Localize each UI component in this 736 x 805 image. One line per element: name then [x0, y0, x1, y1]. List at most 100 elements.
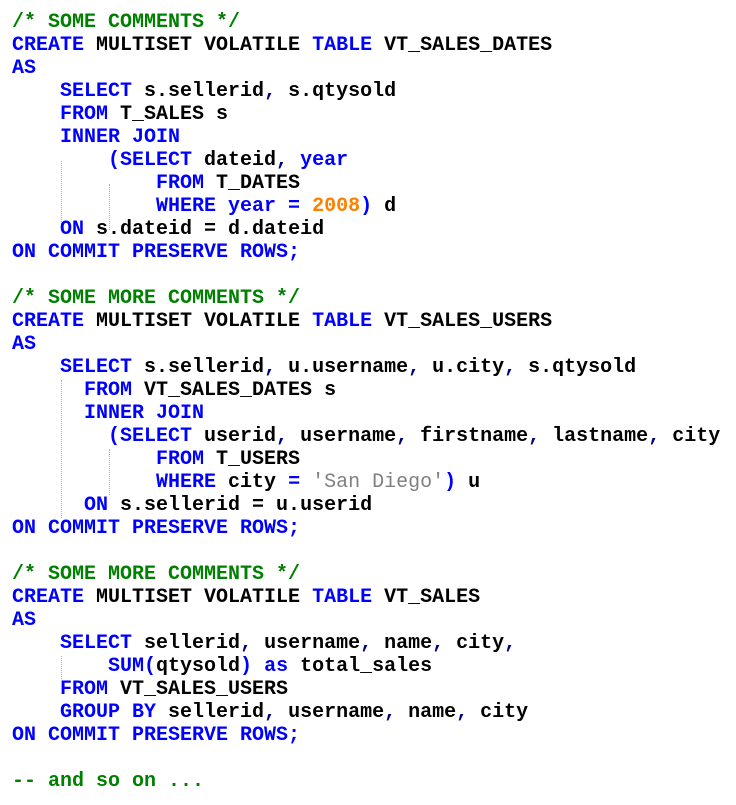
code-line[interactable]: ON COMMIT PRESERVE ROWS;: [12, 517, 720, 540]
sql-identifier: [12, 494, 84, 517]
code-line[interactable]: FROM VT_SALES_DATES s: [12, 379, 720, 402]
sql-punctuation: ,: [276, 149, 289, 172]
sql-keyword: SUM(: [108, 655, 157, 678]
code-line[interactable]: WHERE year = 2008) d: [12, 195, 720, 218]
sql-identifier: [12, 103, 60, 126]
sql-identifier: [252, 655, 264, 678]
sql-number: 2008: [312, 195, 361, 218]
sql-identifier: dateid: [192, 149, 277, 172]
code-line[interactable]: /* SOME MORE COMMENTS */: [12, 287, 720, 310]
sql-punctuation: ,: [264, 356, 277, 379]
code-line[interactable]: AS: [12, 333, 720, 356]
sql-identifier: [12, 195, 156, 218]
sql-identifier: [300, 471, 312, 494]
sql-keyword: CREATE: [12, 34, 85, 57]
code-line[interactable]: AS: [12, 609, 720, 632]
sql-punctuation: ,: [504, 632, 517, 655]
sql-punctuation: ,: [432, 632, 445, 655]
code-line[interactable]: SELECT s.sellerid, s.qtysold: [12, 80, 720, 103]
sql-identifier: [12, 448, 156, 471]
sql-keyword: (SELECT: [108, 149, 193, 172]
code-line[interactable]: AS: [12, 57, 720, 80]
sql-identifier: MULTISET VOLATILE: [84, 310, 313, 333]
code-line[interactable]: CREATE MULTISET VOLATILE TABLE VT_SALES: [12, 586, 720, 609]
sql-identifier: sellerid: [156, 701, 265, 724]
code-line[interactable]: FROM T_DATES: [12, 172, 720, 195]
sql-identifier: city: [444, 632, 505, 655]
sql-identifier: s.sellerid: [132, 80, 265, 103]
code-line[interactable]: [12, 540, 720, 563]
code-line[interactable]: SUM(qtysold) as total_sales: [12, 655, 720, 678]
sql-identifier: VT_SALES_USERS: [372, 310, 553, 333]
sql-identifier: VT_SALES_USERS: [108, 678, 289, 701]
sql-identifier: [12, 655, 108, 678]
code-line[interactable]: [12, 747, 720, 770]
code-line[interactable]: FROM T_USERS: [12, 448, 720, 471]
code-line[interactable]: ON s.sellerid = u.userid: [12, 494, 720, 517]
sql-punctuation: ,: [528, 425, 541, 448]
sql-identifier: [12, 701, 60, 724]
sql-keyword: CREATE: [12, 310, 85, 333]
code-line[interactable]: (SELECT userid, username, firstname, las…: [12, 425, 720, 448]
sql-punctuation: ,: [396, 425, 409, 448]
code-line[interactable]: INNER JOIN: [12, 126, 720, 149]
sql-identifier: name: [372, 632, 433, 655]
code-line[interactable]: ON COMMIT PRESERVE ROWS;: [12, 724, 720, 747]
sql-identifier: d: [372, 195, 397, 218]
code-line[interactable]: GROUP BY sellerid, username, name, city: [12, 701, 720, 724]
sql-punctuation: ,: [264, 80, 277, 103]
sql-identifier: username: [252, 632, 361, 655]
code-line[interactable]: /* SOME COMMENTS */: [12, 11, 720, 34]
code-line[interactable]: SELECT sellerid, username, name, city,: [12, 632, 720, 655]
sql-identifier: [12, 632, 60, 655]
sql-code-editor[interactable]: /* SOME COMMENTS */CREATE MULTISET VOLAT…: [12, 11, 720, 793]
sql-keyword: TABLE: [312, 586, 373, 609]
sql-keyword: CREATE: [12, 586, 85, 609]
sql-identifier: [12, 172, 156, 195]
sql-comment: -- and so on ...: [12, 770, 205, 793]
sql-identifier: T_USERS: [204, 448, 301, 471]
sql-identifier: [12, 379, 84, 402]
sql-keyword: SELECT: [60, 80, 133, 103]
code-line[interactable]: [12, 264, 720, 287]
sql-identifier: MULTISET VOLATILE: [84, 34, 313, 57]
sql-identifier: VT_SALES: [372, 586, 481, 609]
sql-identifier: username: [276, 701, 385, 724]
sql-identifier: [288, 149, 300, 172]
code-line[interactable]: ON s.dateid = d.dateid: [12, 218, 720, 241]
sql-identifier: MULTISET VOLATILE: [84, 586, 313, 609]
sql-identifier: s.sellerid = u.userid: [108, 494, 373, 517]
sql-identifier: s.dateid = d.dateid: [84, 218, 325, 241]
sql-keyword: SELECT: [60, 356, 133, 379]
sql-keyword: AS: [12, 609, 37, 632]
code-line[interactable]: -- and so on ...: [12, 770, 720, 793]
sql-identifier: username: [288, 425, 397, 448]
code-line[interactable]: SELECT s.sellerid, u.username, u.city, s…: [12, 356, 720, 379]
sql-punctuation: ,: [264, 701, 277, 724]
code-line[interactable]: FROM VT_SALES_USERS: [12, 678, 720, 701]
sql-identifier: [12, 471, 156, 494]
sql-identifier: [12, 80, 60, 103]
sql-identifier: VT_SALES_DATES s: [132, 379, 337, 402]
sql-keyword: =: [288, 471, 301, 494]
sql-keyword: ON COMMIT PRESERVE ROWS;: [12, 724, 301, 747]
code-line[interactable]: CREATE MULTISET VOLATILE TABLE VT_SALES_…: [12, 310, 720, 333]
code-line[interactable]: /* SOME MORE COMMENTS */: [12, 563, 720, 586]
sql-punctuation: ,: [276, 425, 289, 448]
code-line[interactable]: WHERE city = 'San Diego') u: [12, 471, 720, 494]
sql-keyword: ): [360, 195, 373, 218]
code-line[interactable]: FROM T_SALES s: [12, 103, 720, 126]
sql-identifier: firstname: [408, 425, 529, 448]
code-line[interactable]: INNER JOIN: [12, 402, 720, 425]
code-line[interactable]: CREATE MULTISET VOLATILE TABLE VT_SALES_…: [12, 34, 720, 57]
sql-punctuation: ,: [648, 425, 661, 448]
sql-identifier: total_sales: [288, 655, 433, 678]
sql-identifier: name: [396, 701, 457, 724]
sql-keyword: FROM: [60, 103, 109, 126]
code-line[interactable]: ON COMMIT PRESERVE ROWS;: [12, 241, 720, 264]
code-line[interactable]: (SELECT dateid, year: [12, 149, 720, 172]
sql-identifier: [12, 218, 60, 241]
sql-keyword: FROM: [60, 678, 109, 701]
sql-identifier: city: [660, 425, 721, 448]
sql-identifier: [12, 402, 84, 425]
